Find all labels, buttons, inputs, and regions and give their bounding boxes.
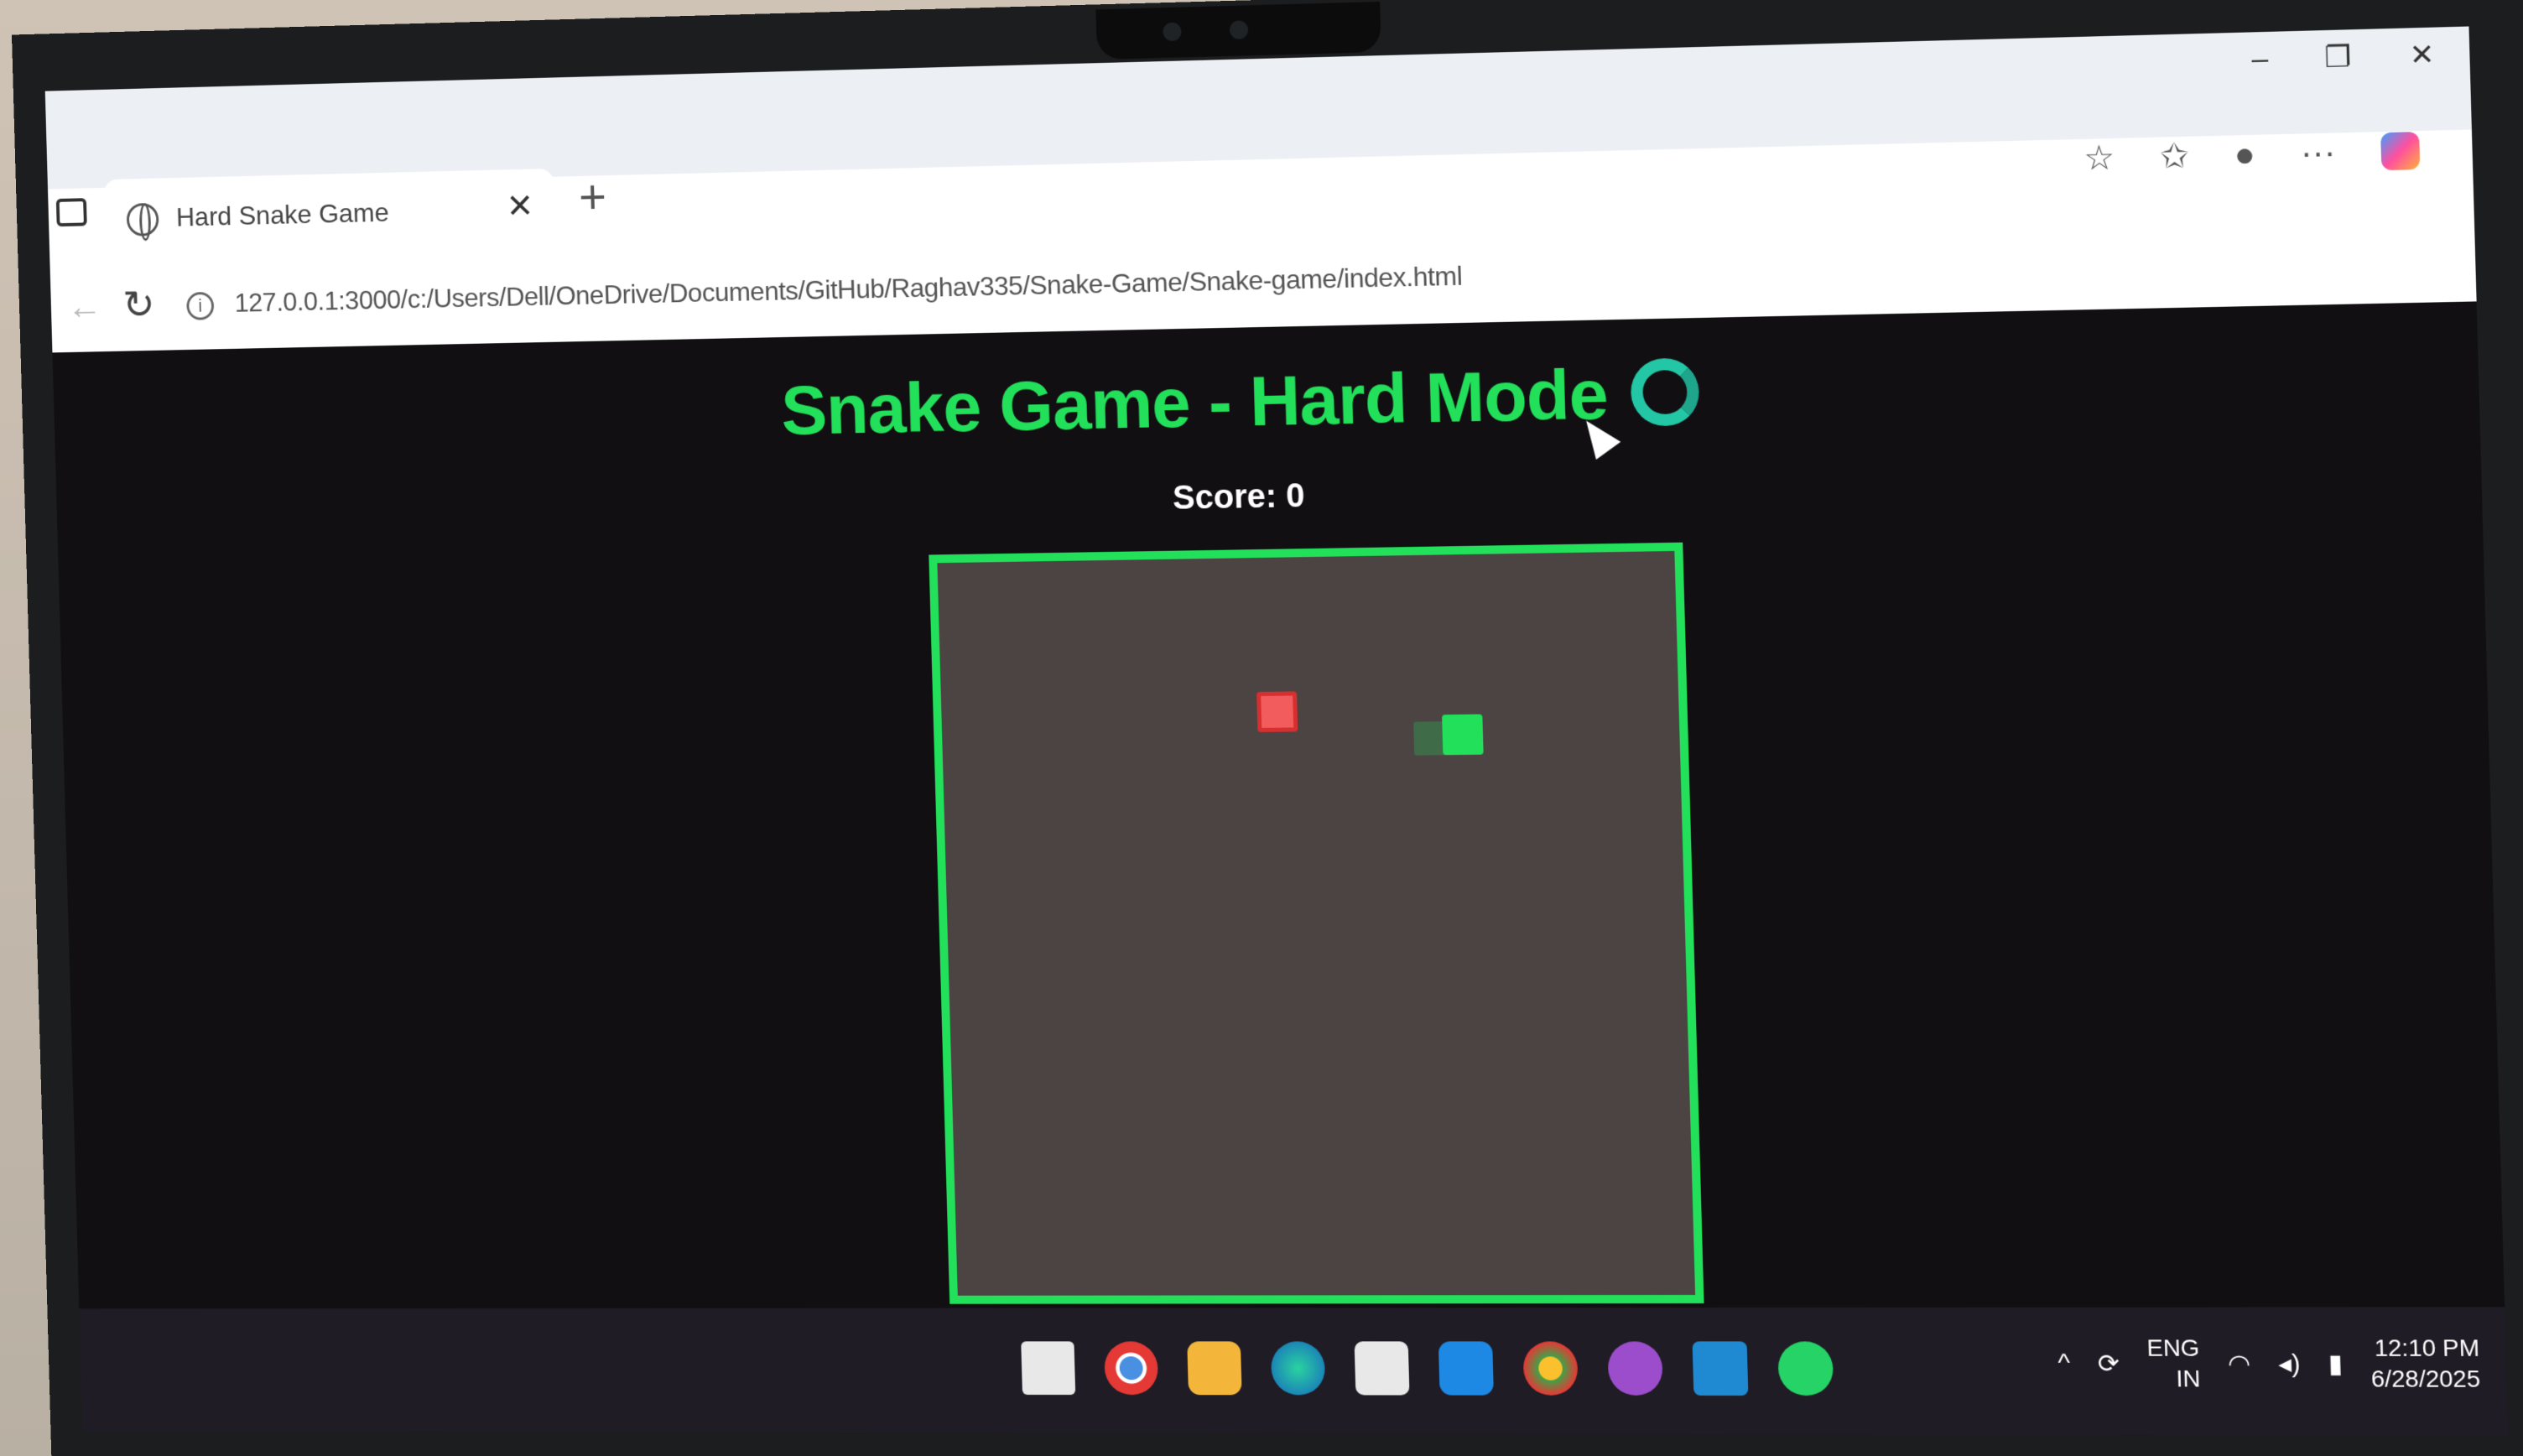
favorite-star-icon[interactable]: ☆ bbox=[2083, 138, 2115, 179]
file-explorer-icon[interactable] bbox=[1021, 1341, 1076, 1396]
chrome-icon[interactable] bbox=[1104, 1341, 1159, 1396]
whatsapp-icon[interactable] bbox=[1777, 1341, 1834, 1396]
browser-window: – ❐ ✕ Hard Snake Game ✕ + ← ↻ i 127.0.0.… bbox=[44, 26, 2509, 1437]
new-tab-button[interactable]: + bbox=[578, 169, 607, 225]
page-title: Snake Game - Hard Mode bbox=[54, 335, 2480, 464]
close-tab-button[interactable]: ✕ bbox=[506, 187, 534, 226]
folder-icon[interactable] bbox=[1187, 1341, 1242, 1396]
clock[interactable]: 12:10 PM 6/28/2025 bbox=[2370, 1333, 2480, 1395]
tray-chevron-icon[interactable]: ^ bbox=[2057, 1349, 2070, 1379]
region-code: IN bbox=[2175, 1365, 2201, 1392]
store-icon[interactable] bbox=[1354, 1341, 1410, 1396]
taskbar: ^ ⟳ ENG IN ◠ ◂) ▮ 12:10 PM 6/28/2025 bbox=[79, 1307, 2509, 1437]
wifi-icon[interactable]: ◠ bbox=[2227, 1349, 2251, 1379]
vscode-icon[interactable] bbox=[1692, 1341, 1749, 1396]
outlook-icon[interactable] bbox=[1438, 1341, 1494, 1396]
system-tray: ^ ⟳ ENG IN ◠ ◂) ▮ 12:10 PM 6/28/2025 bbox=[2057, 1333, 2480, 1395]
restore-button[interactable]: ❐ bbox=[2324, 40, 2352, 75]
edge-icon[interactable] bbox=[1270, 1341, 1326, 1396]
snake-emoji-icon bbox=[1630, 357, 1701, 427]
game-board[interactable] bbox=[929, 542, 1704, 1304]
language-indicator[interactable]: ENG IN bbox=[2146, 1333, 2201, 1394]
globe-icon bbox=[126, 202, 159, 237]
github-icon[interactable] bbox=[1607, 1341, 1663, 1396]
tab-actions-icon[interactable] bbox=[55, 198, 87, 227]
back-arrow-icon[interactable]: ← bbox=[66, 286, 102, 328]
game-title: Snake Game - Hard Mode bbox=[780, 354, 1609, 450]
tab-title: Hard Snake Game bbox=[175, 197, 390, 232]
favorites-icon[interactable]: ✩ bbox=[2159, 137, 2189, 177]
laptop-bezel: – ❐ ✕ Hard Snake Game ✕ + ← ↻ i 127.0.0.… bbox=[11, 0, 2523, 1456]
profile-icon[interactable]: ● bbox=[2234, 135, 2255, 174]
photo-background: – ❐ ✕ Hard Snake Game ✕ + ← ↻ i 127.0.0.… bbox=[0, 0, 2523, 1456]
webcam-notch bbox=[1095, 1, 1381, 60]
food-cell bbox=[1256, 691, 1298, 732]
url-field[interactable]: 127.0.0.1:3000/c:/Users/Dell/OneDrive/Do… bbox=[234, 261, 1463, 319]
clock-date: 6/28/2025 bbox=[2370, 1365, 2481, 1392]
clock-time: 12:10 PM bbox=[2374, 1334, 2480, 1361]
game-page: Snake Game - Hard Mode Score: 0 ^ ⟳ ENG … bbox=[52, 301, 2509, 1437]
toolbar-icons: ☆ ✩ ● ··· bbox=[2083, 131, 2421, 179]
sync-icon[interactable]: ⟳ bbox=[2098, 1349, 2120, 1379]
tab-hard-snake-game[interactable]: Hard Snake Game ✕ bbox=[103, 168, 556, 262]
language-code: ENG bbox=[2146, 1334, 2200, 1361]
copilot-icon[interactable] bbox=[2380, 132, 2421, 171]
reload-icon[interactable]: ↻ bbox=[122, 282, 156, 329]
minimize-button[interactable]: – bbox=[2251, 42, 2269, 75]
volume-icon[interactable]: ◂) bbox=[2278, 1349, 2301, 1379]
score-display: Score: 0 bbox=[1172, 477, 1305, 517]
more-menu-icon[interactable]: ··· bbox=[2300, 133, 2336, 173]
site-info-icon[interactable]: i bbox=[186, 291, 215, 320]
battery-icon[interactable]: ▮ bbox=[2328, 1349, 2343, 1379]
close-window-button[interactable]: ✕ bbox=[2409, 38, 2435, 73]
chrome-profile-icon[interactable] bbox=[1522, 1341, 1579, 1396]
snake-head bbox=[1442, 714, 1484, 756]
